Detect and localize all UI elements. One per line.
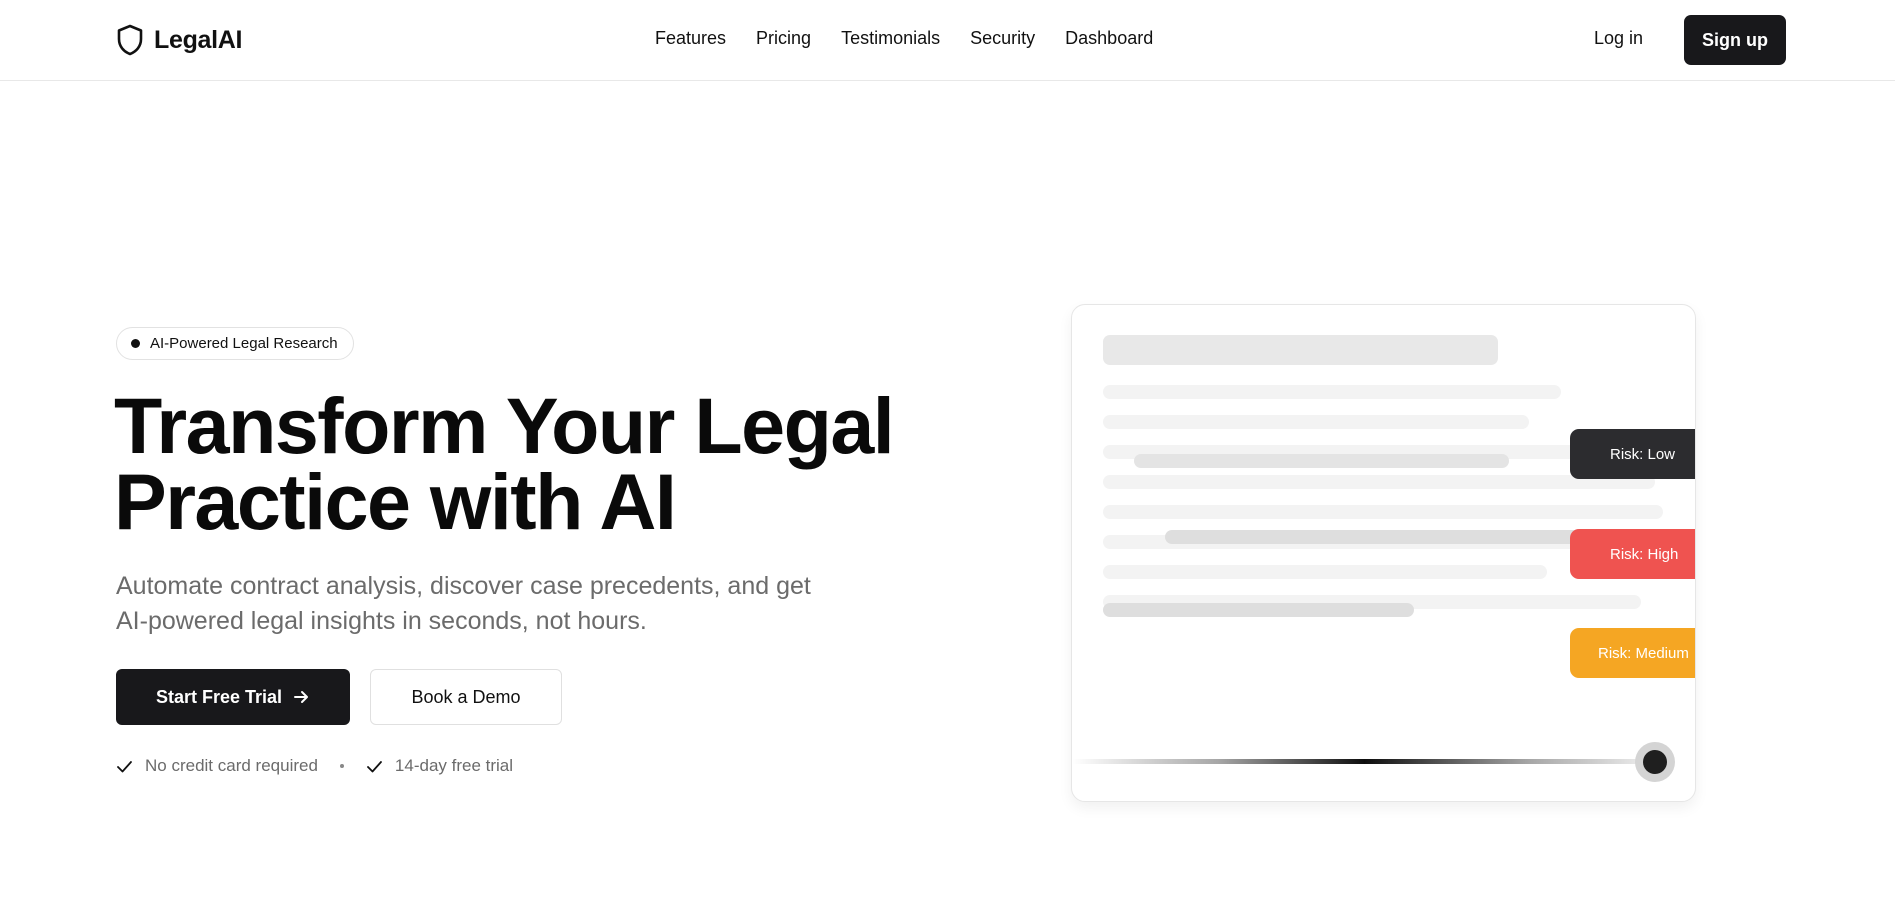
risk-medium-badge: Risk: Medium: [1570, 628, 1695, 678]
brand-name: LegalAI: [154, 25, 243, 54]
nav-pricing[interactable]: Pricing: [756, 28, 811, 49]
nav-dashboard[interactable]: Dashboard: [1065, 28, 1153, 49]
skeleton-line: [1103, 415, 1529, 429]
benefit-label: 14-day free trial: [394, 756, 514, 775]
nav-features[interactable]: Features: [655, 28, 726, 49]
scan-knob-center: [1643, 750, 1667, 774]
hero-title-line2: Practice with AI: [114, 457, 677, 546]
benefit-no-credit-card: No credit card required: [116, 756, 318, 776]
benefit-label: No credit card required: [145, 756, 318, 775]
skeleton-line: [1103, 505, 1663, 519]
hero-badge-label: AI-Powered Legal Research: [150, 335, 338, 352]
nav-testimonials[interactable]: Testimonials: [841, 28, 940, 49]
scan-line: [1072, 759, 1657, 764]
highlight-line: [1103, 603, 1414, 617]
check-icon: [117, 760, 132, 772]
hero-title: Transform Your Legal Practice with AI: [114, 386, 974, 541]
hero-subtitle: Automate contract analysis, discover cas…: [116, 569, 876, 639]
skeleton-line: [1103, 385, 1561, 399]
skeleton-line: [1103, 565, 1547, 579]
hero-subtitle-line2: AI-powered legal insights in seconds, no…: [116, 607, 647, 635]
scan-knob-icon: [1635, 742, 1675, 782]
site-header: LegalAI Features Pricing Testimonials Se…: [0, 0, 1895, 81]
highlight-line: [1165, 530, 1585, 544]
badge-dot-icon: [131, 339, 140, 348]
trial-benefits: No credit card required 14-day free tria…: [116, 756, 513, 776]
brand-logo[interactable]: LegalAI: [116, 24, 243, 56]
risk-high-badge: Risk: High: [1570, 529, 1695, 579]
shield-icon: [117, 24, 143, 56]
nav-security[interactable]: Security: [970, 28, 1035, 49]
arrow-right-icon: [294, 691, 309, 703]
benefit-free-trial: 14-day free trial: [366, 756, 513, 776]
login-link[interactable]: Log in: [1594, 28, 1643, 49]
document-preview-card: Risk: Low Risk: High Risk: Medium: [1071, 304, 1696, 802]
separator-dot: [339, 764, 344, 768]
check-icon: [367, 760, 382, 772]
skeleton-line: [1103, 475, 1655, 489]
hero-subtitle-line1: Automate contract analysis, discover cas…: [116, 572, 811, 600]
skeleton-title: [1103, 335, 1498, 365]
signup-button[interactable]: Sign up: [1684, 15, 1786, 65]
hero-badge: AI-Powered Legal Research: [116, 327, 354, 360]
start-free-trial-label: Start Free Trial: [155, 686, 283, 707]
highlight-line: [1134, 454, 1509, 468]
start-free-trial-button[interactable]: Start Free Trial: [116, 669, 350, 725]
book-demo-button[interactable]: Book a Demo: [370, 669, 562, 725]
risk-low-badge: Risk: Low: [1570, 429, 1695, 479]
main-nav: Features Pricing Testimonials Security D…: [655, 28, 1153, 49]
